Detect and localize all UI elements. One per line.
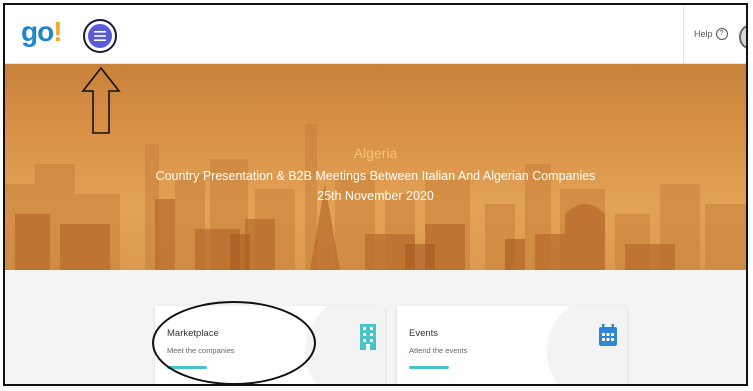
- top-navigation-bar: go! Help ?: [5, 5, 746, 64]
- hero-date: 25th November 2020: [317, 189, 434, 203]
- calendar-icon: [599, 324, 617, 351]
- events-card[interactable]: Events Attend the events: [397, 306, 627, 384]
- annotation-up-arrow: [81, 67, 121, 134]
- building-icon: [360, 324, 376, 355]
- question-circle-icon: ?: [715, 28, 728, 40]
- hero-text-block: Algeria Country Presentation & B2B Meeti…: [5, 144, 746, 206]
- hero-subtitle: Country Presentation & B2B Meetings Betw…: [155, 169, 596, 183]
- card-title: Events: [409, 328, 439, 339]
- card-description: Meet the companies: [167, 346, 235, 355]
- card-underline: [409, 366, 449, 369]
- user-avatar[interactable]: [739, 25, 746, 49]
- card-underline: [167, 366, 207, 369]
- app-window: go! Help ? Algeria Country Presentation …: [3, 3, 748, 386]
- go-logo[interactable]: go!: [21, 15, 63, 49]
- card-description: Attend the events: [409, 346, 468, 355]
- hamburger-menu-button[interactable]: [83, 19, 117, 53]
- card-title: Marketplace: [167, 328, 219, 339]
- hamburger-menu-icon: [88, 24, 112, 48]
- hero-country-title: Algeria: [353, 145, 398, 161]
- marketplace-card[interactable]: Marketplace Meet the companies: [155, 306, 385, 384]
- help-button[interactable]: Help ?: [683, 5, 731, 63]
- help-label: Help: [694, 29, 713, 39]
- feature-cards-section: Marketplace Meet the companies Events At: [5, 270, 746, 384]
